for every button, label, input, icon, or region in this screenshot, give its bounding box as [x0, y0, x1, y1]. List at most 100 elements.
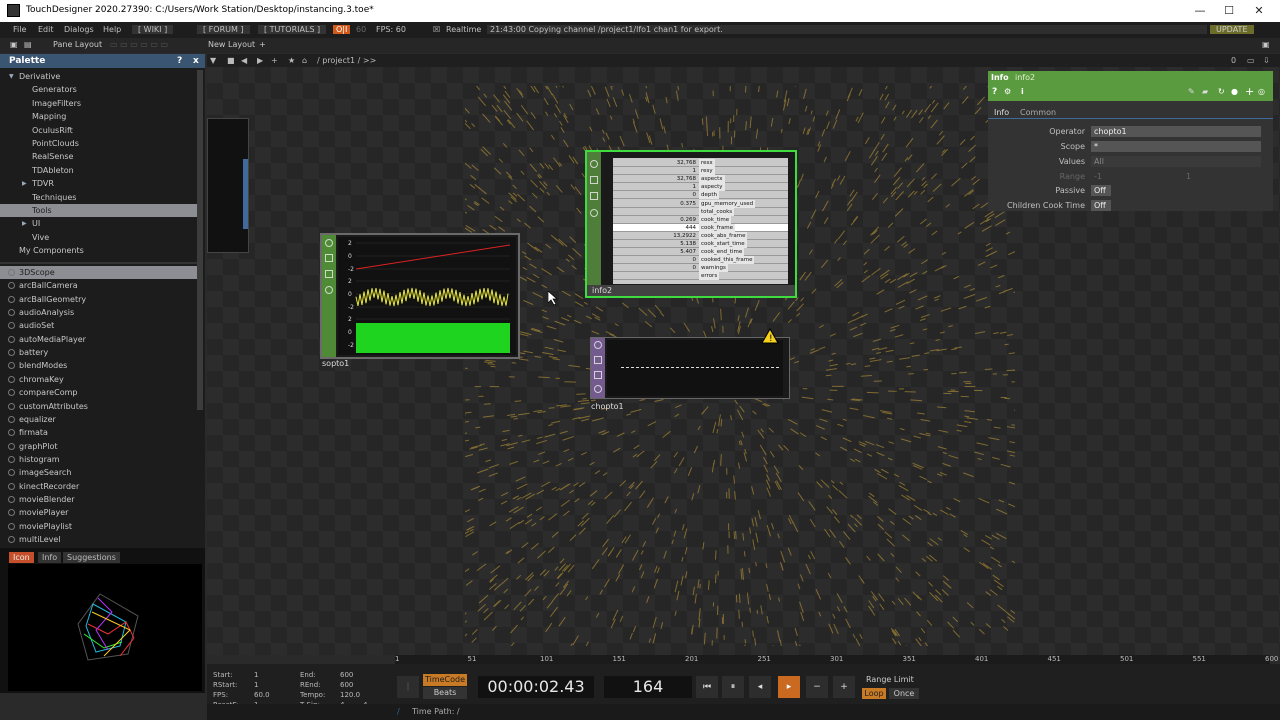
palette-component[interactable]: audioSet	[0, 319, 197, 332]
palette-help-icon[interactable]: ?	[177, 56, 182, 66]
palette-component[interactable]: moviePlaylist	[0, 520, 197, 533]
warning-icon[interactable]: !	[761, 328, 779, 344]
node-bypass-icon[interactable]	[590, 176, 598, 184]
collapse-arrow-icon[interactable]: ▶	[22, 177, 27, 190]
palette-component[interactable]: battery	[0, 346, 197, 359]
start-value[interactable]: 1	[254, 671, 258, 679]
oi-button[interactable]: O|I	[333, 25, 351, 34]
palette-component[interactable]: blendModes	[0, 359, 197, 372]
add-icon[interactable]: +	[1245, 85, 1254, 98]
palette-folder[interactable]: ▶ UI	[0, 217, 197, 230]
collapse-arrow-icon[interactable]: ▶	[22, 217, 27, 230]
info-dat-node[interactable]: 32,768 resx 1 resy 32,768 aspectx 1 aspecty 0 dep…	[585, 150, 797, 298]
param-value[interactable]: All	[1091, 156, 1261, 167]
add-pane-icon[interactable]: +	[271, 56, 278, 65]
rstart-value[interactable]: 1	[254, 681, 258, 689]
home-icon[interactable]: ⌂	[302, 56, 307, 65]
palette-folder[interactable]: Mapping	[0, 110, 197, 123]
tab-suggestions[interactable]: Suggestions	[63, 552, 120, 563]
stop-icon[interactable]: ■	[227, 56, 235, 65]
op-name-label[interactable]: info2	[1015, 73, 1035, 82]
color-icon[interactable]: ●	[1231, 87, 1238, 96]
palette-component[interactable]: movieBlender	[0, 493, 197, 506]
timecode-display[interactable]: 00:00:02.43	[478, 676, 594, 698]
palette-folder[interactable]: Tools	[0, 204, 197, 217]
tempo-value[interactable]: 120.0	[340, 691, 360, 699]
palette-component[interactable]: 3DScope	[0, 266, 197, 279]
pane-icon[interactable]: ▤	[24, 40, 32, 49]
transport-start-icon[interactable]: |	[397, 676, 419, 698]
palette-folder[interactable]: Generators	[0, 83, 197, 96]
node-lock-icon[interactable]	[590, 192, 598, 200]
node-lock-icon[interactable]	[594, 371, 602, 379]
menu-dialogs[interactable]: Dialogs	[64, 25, 94, 34]
tutorials-button[interactable]: [ TUTORIALS ]	[258, 25, 327, 34]
pane-menu-icon[interactable]: ▼	[210, 56, 216, 65]
palette-component[interactable]: graphPlot	[0, 440, 197, 453]
timeline-ruler[interactable]: 1 51 101 151 201 251 301 351 401 451 501 551 600	[395, 655, 1278, 664]
pane-options-icon[interactable]: ▣	[1262, 40, 1270, 49]
param-value-2[interactable]: 1	[1183, 171, 1203, 182]
node-lock-icon[interactable]	[325, 270, 333, 278]
realtime-checkbox-icon[interactable]: ☒	[433, 25, 440, 34]
target-icon[interactable]: ◎	[1258, 87, 1265, 96]
step-back-icon[interactable]: ◂	[749, 676, 771, 698]
minimize-icon[interactable]: —	[1185, 2, 1215, 20]
frame-display[interactable]: 164	[604, 676, 692, 698]
tab-info[interactable]: Info	[38, 552, 62, 563]
palette-scrollbar[interactable]	[197, 70, 203, 410]
node-bypass-icon[interactable]	[594, 356, 602, 364]
comment-icon[interactable]: ▰	[1202, 87, 1208, 96]
node-display-icon[interactable]	[594, 385, 602, 393]
once-toggle[interactable]: Once	[889, 688, 919, 699]
update-button[interactable]: UPDATE	[1210, 25, 1254, 34]
chopto-node[interactable]: ! chopto1	[590, 328, 790, 411]
param-value[interactable]: Off	[1091, 200, 1111, 211]
layout-presets-icon[interactable]: ▭ ▭ ▭ ▭ ▭ ▭	[110, 40, 168, 49]
palette-folder[interactable]: PointClouds	[0, 137, 197, 150]
python-icon[interactable]: ⚙	[1004, 87, 1011, 96]
fps-value[interactable]: 60.0	[254, 691, 270, 699]
info-node-name[interactable]: info2	[592, 286, 612, 295]
palette-component[interactable]: equalizer	[0, 413, 197, 426]
node-display-icon[interactable]	[325, 286, 333, 294]
param-value[interactable]: chopto1	[1091, 126, 1261, 137]
palette-component[interactable]: arcBallGeometry	[0, 293, 197, 306]
add-layout-icon[interactable]: +	[259, 40, 266, 49]
layout-icon[interactable]: ▣	[10, 40, 18, 49]
step-plus-icon[interactable]: +	[833, 676, 855, 698]
play-icon[interactable]: ▸	[778, 676, 800, 698]
palette-component[interactable]: autoMediaPlayer	[0, 333, 197, 346]
loop-toggle[interactable]: Loop	[862, 688, 886, 699]
palette-component[interactable]: moviePlayer	[0, 506, 197, 519]
palette-component[interactable]: audioAnalysis	[0, 306, 197, 319]
go-to-start-icon[interactable]: ⏮	[696, 676, 718, 698]
rend-value[interactable]: 600	[340, 681, 353, 689]
palette-folder[interactable]: ▶ TDVR	[0, 177, 197, 190]
help-icon[interactable]: ?	[992, 87, 997, 97]
timecode-toggle[interactable]: TimeCode	[423, 674, 467, 686]
forward-icon[interactable]: ▶	[257, 56, 263, 65]
palette-component[interactable]: arcBallCamera	[0, 279, 197, 292]
palette-component[interactable]: imageSearch	[0, 466, 197, 479]
palette-folder[interactable]: My Components	[0, 244, 197, 257]
param-value[interactable]: Off	[1091, 185, 1111, 196]
palette-folder[interactable]: Vive	[0, 231, 197, 244]
param-value[interactable]: *	[1091, 141, 1261, 152]
node-bypass-icon[interactable]	[325, 254, 333, 262]
menu-file[interactable]: File	[13, 25, 26, 34]
node-viewer-icon[interactable]	[325, 239, 333, 247]
step-minus-icon[interactable]: −	[806, 676, 828, 698]
beats-toggle[interactable]: Beats	[423, 687, 467, 699]
pause-icon[interactable]: ⏸	[722, 676, 744, 698]
expand-arrow-icon[interactable]: ▼	[9, 70, 14, 83]
tab-params-common[interactable]: Common	[1020, 108, 1056, 117]
menu-help[interactable]: Help	[103, 25, 121, 34]
sopto-node[interactable]: 2 0 -2 2 0 -2 2 0 -2 sopto1	[320, 233, 520, 368]
menu-edit[interactable]: Edit	[38, 25, 54, 34]
palette-folder[interactable]: RealSense	[0, 150, 197, 163]
palette-close-icon[interactable]: x	[193, 56, 199, 66]
maximize-icon[interactable]: ☐	[1214, 2, 1244, 20]
palette-component[interactable]: chromaKey	[0, 373, 197, 386]
forum-button[interactable]: [ FORUM ]	[197, 25, 250, 34]
